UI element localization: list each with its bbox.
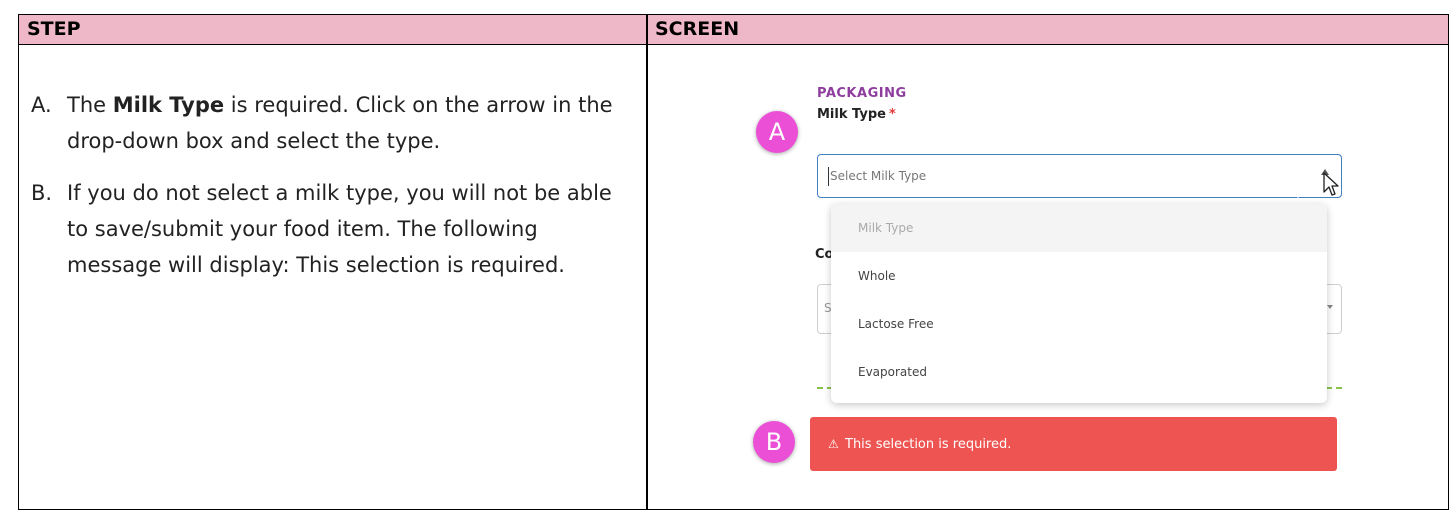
milk-type-label: Milk Type * [817, 107, 896, 122]
header-step: STEP [19, 15, 647, 45]
step-a-bold: Milk Type [112, 93, 225, 117]
dropdown-option-lactose-free[interactable]: Lactose Free [831, 300, 1327, 348]
steps-column: A. The Milk Type is required. Click on t… [19, 45, 646, 283]
step-a: A. The Milk Type is required. Click on t… [19, 87, 646, 159]
step-a-marker: A. [31, 93, 52, 117]
header-screen: SCREEN [647, 15, 1448, 45]
step-b-marker: B. [31, 181, 53, 205]
dropdown-option-whole[interactable]: Whole [831, 252, 1327, 300]
step-a-text-before: The [67, 93, 113, 117]
column-divider [646, 15, 648, 509]
required-marker: * [888, 107, 896, 122]
text-caret [828, 167, 829, 186]
callout-a-badge: A [756, 111, 798, 153]
chevron-down-icon [1327, 305, 1333, 309]
step-b: B. If you do not select a milk type, you… [19, 175, 646, 283]
milk-type-label-text: Milk Type [817, 107, 886, 122]
dropdown-header: Milk Type [831, 204, 1327, 252]
section-label: PACKAGING [817, 86, 907, 101]
warning-icon: ⚠ [828, 437, 839, 451]
dropdown-option-evaporated[interactable]: Evaporated [831, 348, 1327, 396]
dropdown-pointer [1291, 197, 1305, 204]
step-b-text: If you do not select a milk type, you wi… [67, 181, 612, 277]
milk-type-dropdown: Milk Type Whole Lactose Free Evaporated [831, 204, 1327, 403]
callout-b-badge: B [753, 421, 795, 463]
mouse-cursor-icon [1323, 172, 1339, 196]
select-placeholder: Select Milk Type [830, 169, 927, 183]
error-text: This selection is required. [845, 437, 1012, 452]
error-message: ⚠ This selection is required. [810, 417, 1337, 471]
milk-type-select[interactable]: Select Milk Type [817, 154, 1342, 198]
